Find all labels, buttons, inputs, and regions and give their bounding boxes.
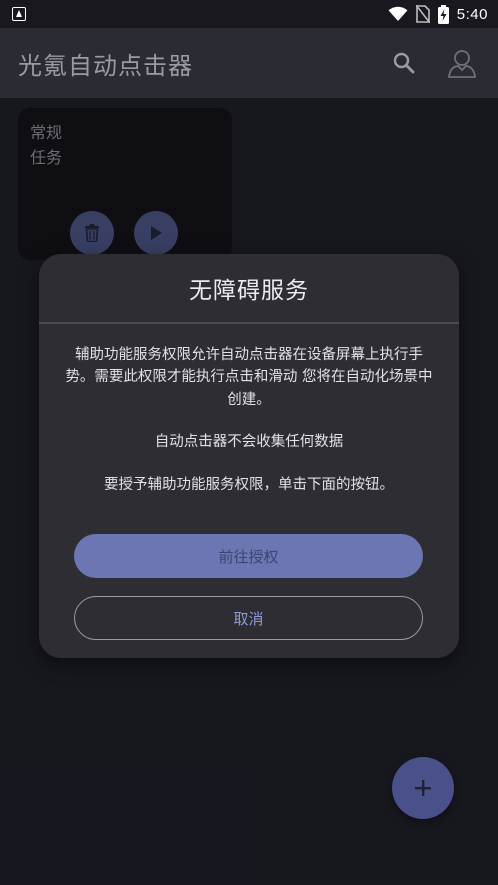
notification-a-icon xyxy=(12,7,26,21)
status-bar: 5:40 xyxy=(0,0,498,28)
no-sim-icon xyxy=(415,5,430,23)
screen: 5:40 光氪自动点击器 常规 任务 无障碍服务 辅助功能服务权限允许自动点击器… xyxy=(0,0,498,885)
dialog-body: 辅助功能服务权限允许自动点击器在设备屏幕上执行手势。需要此权限才能执行点击和滑动… xyxy=(39,324,459,497)
search-button[interactable] xyxy=(386,45,422,81)
battery-charging-icon xyxy=(437,4,449,24)
dialog-paragraph-3: 要授予辅助功能服务权限，单击下面的按钮。 xyxy=(104,476,394,493)
grant-permission-button[interactable]: 前往授权 xyxy=(74,534,423,578)
account-button[interactable] xyxy=(444,45,480,81)
cancel-button[interactable]: 取消 xyxy=(74,596,423,640)
accessibility-dialog: 无障碍服务 辅助功能服务权限允许自动点击器在设备屏幕上执行手势。需要此权限才能执… xyxy=(39,254,459,658)
dialog-title: 无障碍服务 xyxy=(189,278,309,304)
plus-icon xyxy=(415,780,431,796)
status-time: 5:40 xyxy=(456,5,488,23)
dialog-paragraph-1: 辅助功能服务权限允许自动点击器在设备屏幕上执行手势。需要此权限才能执行点击和滑动… xyxy=(65,346,433,408)
add-task-button[interactable] xyxy=(392,757,454,819)
account-icon xyxy=(448,50,476,78)
app-bar: 光氪自动点击器 xyxy=(0,28,498,98)
dialog-paragraph-2: 自动点击器不会收集任何数据 xyxy=(154,434,344,450)
app-title: 光氪自动点击器 xyxy=(18,51,193,80)
wifi-icon xyxy=(388,6,408,21)
search-icon xyxy=(393,52,415,74)
